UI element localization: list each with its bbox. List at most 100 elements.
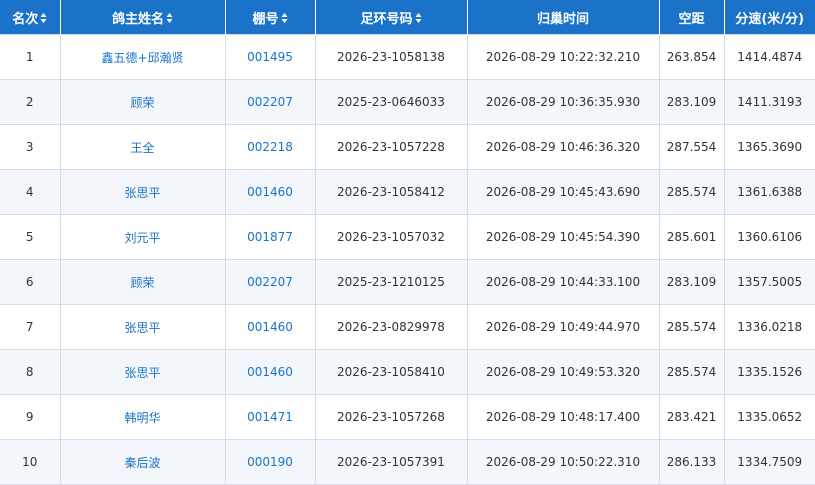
owner-link[interactable]: 顾荣 [130,96,154,110]
table-row: 6 顾荣 002207 2025-23-1210125 2026-08-29 1… [0,259,815,305]
owner-link[interactable]: 韩明华 [124,411,160,425]
owner-cell: 顾荣 [59,79,226,125]
ring-cell: 2025-23-1210125 [314,259,468,305]
distance-cell: 285.574 [658,349,725,395]
loft-link[interactable]: 002207 [247,275,293,289]
arrival-cell: 2026-08-29 10:48:17.400 [466,394,660,440]
ring-cell: 2026-23-1057032 [314,214,468,260]
speed-cell: 1360.6106 [723,214,815,260]
loft-cell: 001471 [224,394,316,440]
table-row: 7 张思平 001460 2026-23-0829978 2026-08-29 … [0,304,815,350]
ring-cell: 2025-23-0646033 [314,79,468,125]
loft-cell: 002207 [224,79,316,125]
owner-header-label: 鸽主姓名 [111,11,164,27]
results-table: 名次 鸽主姓名 棚号 足环号码 归巢时间 空距 分速(米/分) 1 鑫五德+邱瀚… [0,0,815,485]
owner-cell: 张思平 [59,169,226,215]
speed-cell: 1361.6388 [723,169,815,215]
owner-cell: 秦后波 [59,439,226,485]
rank-cell: 4 [0,169,61,215]
owner-cell: 刘元平 [59,214,226,260]
speed-cell: 1335.0652 [723,394,815,440]
loft-cell: 001460 [224,349,316,395]
speed-cell: 1357.5005 [723,259,815,305]
speed-header: 分速(米/分) [724,0,815,35]
loft-link[interactable]: 001460 [247,320,293,334]
speed-header-label: 分速(米/分) [735,11,805,27]
ring-cell: 2026-23-1058138 [314,34,468,80]
loft-cell: 000190 [224,439,316,485]
arrival-cell: 2026-08-29 10:22:32.210 [466,34,660,80]
owner-link[interactable]: 张思平 [124,366,160,380]
arrival-cell: 2026-08-29 10:36:35.930 [466,79,660,125]
loft-link[interactable]: 001460 [247,365,293,379]
ring-cell: 2026-23-1058410 [314,349,468,395]
rank-header[interactable]: 名次 [0,0,61,35]
arrival-header: 归巢时间 [467,0,660,35]
speed-cell: 1411.3193 [723,79,815,125]
distance-cell: 263.854 [658,34,725,80]
ring-cell: 2026-23-1057391 [314,439,468,485]
arrival-cell: 2026-08-29 10:44:33.100 [466,259,660,305]
ring-cell: 2026-23-1057268 [314,394,468,440]
arrival-cell: 2026-08-29 10:45:43.690 [466,169,660,215]
ring-cell: 2026-23-0829978 [314,304,468,350]
ring-header[interactable]: 足环号码 [315,0,468,35]
owner-cell: 王全 [59,124,226,170]
distance-cell: 285.574 [658,169,725,215]
sort-icon [415,12,421,23]
ring-header-label: 足环号码 [360,11,413,27]
rank-header-label: 名次 [12,11,39,27]
loft-link[interactable]: 001495 [247,50,293,64]
distance-cell: 285.574 [658,304,725,350]
rank-cell: 9 [0,394,61,440]
loft-header[interactable]: 棚号 [225,0,316,35]
arrival-cell: 2026-08-29 10:46:36.320 [466,124,660,170]
rank-cell: 6 [0,259,61,305]
loft-link[interactable]: 001471 [247,410,293,424]
loft-cell: 001460 [224,304,316,350]
owner-link[interactable]: 顾荣 [130,276,154,290]
arrival-cell: 2026-08-29 10:49:44.970 [466,304,660,350]
distance-cell: 285.601 [658,214,725,260]
owner-cell: 张思平 [59,304,226,350]
owner-cell: 顾荣 [59,259,226,305]
distance-cell: 283.109 [658,259,725,305]
table-row: 1 鑫五德+邱瀚贤 001495 2026-23-1058138 2026-08… [0,34,815,80]
distance-cell: 286.133 [658,439,725,485]
loft-link[interactable]: 002218 [247,140,293,154]
arrival-header-label: 归巢时间 [536,11,589,27]
loft-cell: 002218 [224,124,316,170]
loft-cell: 002207 [224,259,316,305]
owner-link[interactable]: 刘元平 [124,231,160,245]
arrival-cell: 2026-08-29 10:49:53.320 [466,349,660,395]
table-row: 2 顾荣 002207 2025-23-0646033 2026-08-29 1… [0,79,815,125]
owner-header[interactable]: 鸽主姓名 [60,0,226,35]
loft-cell: 001877 [224,214,316,260]
owner-link[interactable]: 鑫五德+邱瀚贤 [101,51,183,65]
loft-link[interactable]: 001460 [247,185,293,199]
loft-link[interactable]: 001877 [247,230,293,244]
table-row: 10 秦后波 000190 2026-23-1057391 2026-08-29… [0,439,815,485]
header-row: 名次 鸽主姓名 棚号 足环号码 归巢时间 空距 分速(米/分) [0,0,815,35]
loft-cell: 001460 [224,169,316,215]
rank-cell: 2 [0,79,61,125]
distance-cell: 287.554 [658,124,725,170]
loft-link[interactable]: 002207 [247,95,293,109]
speed-cell: 1335.1526 [723,349,815,395]
table-row: 3 王全 002218 2026-23-1057228 2026-08-29 1… [0,124,815,170]
distance-header-label: 空距 [678,11,705,27]
loft-link[interactable]: 000190 [247,455,293,469]
ring-cell: 2026-23-1057228 [314,124,468,170]
owner-link[interactable]: 张思平 [124,321,160,335]
owner-cell: 鑫五德+邱瀚贤 [59,34,226,80]
owner-link[interactable]: 王全 [130,141,154,155]
distance-header: 空距 [659,0,725,35]
owner-link[interactable]: 秦后波 [124,456,160,470]
owner-link[interactable]: 张思平 [124,186,160,200]
sort-icon [166,12,173,23]
speed-cell: 1414.4874 [723,34,815,80]
table-row: 5 刘元平 001877 2026-23-1057032 2026-08-29 … [0,214,815,260]
arrival-cell: 2026-08-29 10:50:22.310 [466,439,660,485]
distance-cell: 283.421 [658,394,725,440]
rank-cell: 5 [0,214,61,260]
